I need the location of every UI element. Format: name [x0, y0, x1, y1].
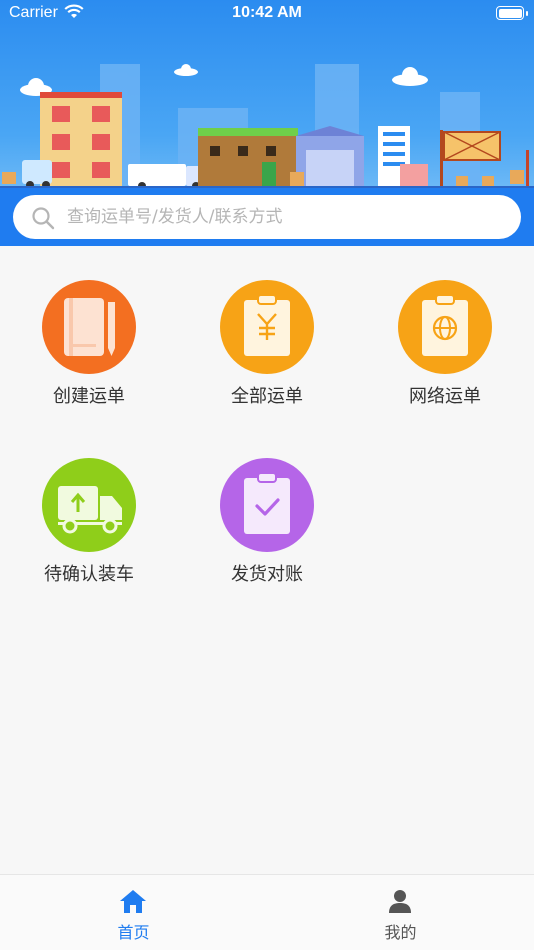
menu-item-create-waybill[interactable]: 创建运单 — [0, 246, 178, 407]
network-waybill-icon — [398, 280, 492, 374]
menu-item-label: 发货对账 — [231, 564, 303, 585]
menu-item-pending-loading[interactable]: 待确认装车 — [0, 424, 178, 585]
loading-truck-icon — [42, 458, 136, 552]
battery-cap — [526, 11, 528, 16]
menu-item-shipment-reconciliation[interactable]: 发货对账 — [178, 424, 356, 585]
status-bar: Carrier 10:42 AM — [0, 0, 534, 28]
user-icon — [385, 887, 415, 919]
search-bar[interactable] — [13, 195, 521, 239]
tab-home[interactable]: 首页 — [0, 875, 267, 950]
menu-item-label: 待确认装车 — [44, 564, 134, 585]
clock: 10:42 AM — [232, 4, 302, 21]
search-icon — [31, 206, 55, 234]
reconciliation-icon — [220, 458, 314, 552]
tab-mine[interactable]: 我的 — [267, 875, 534, 950]
menu-item-network-waybill[interactable]: 网络运单 — [356, 246, 534, 407]
create-waybill-icon — [42, 280, 136, 374]
home-icon — [118, 887, 148, 919]
header-banner: Carrier 10:42 AM — [0, 0, 534, 246]
search-input[interactable] — [67, 195, 507, 239]
battery-icon — [496, 6, 524, 20]
tab-bar: 首页 我的 — [0, 874, 534, 950]
all-waybills-icon — [220, 280, 314, 374]
menu-item-label: 创建运单 — [53, 386, 125, 407]
menu-item-label: 网络运单 — [409, 386, 481, 407]
tab-mine-label: 我的 — [384, 923, 417, 942]
menu-item-all-waybills[interactable]: 全部运单 — [178, 246, 356, 407]
tab-home-label: 首页 — [117, 923, 150, 942]
menu-item-label: 全部运单 — [231, 386, 303, 407]
